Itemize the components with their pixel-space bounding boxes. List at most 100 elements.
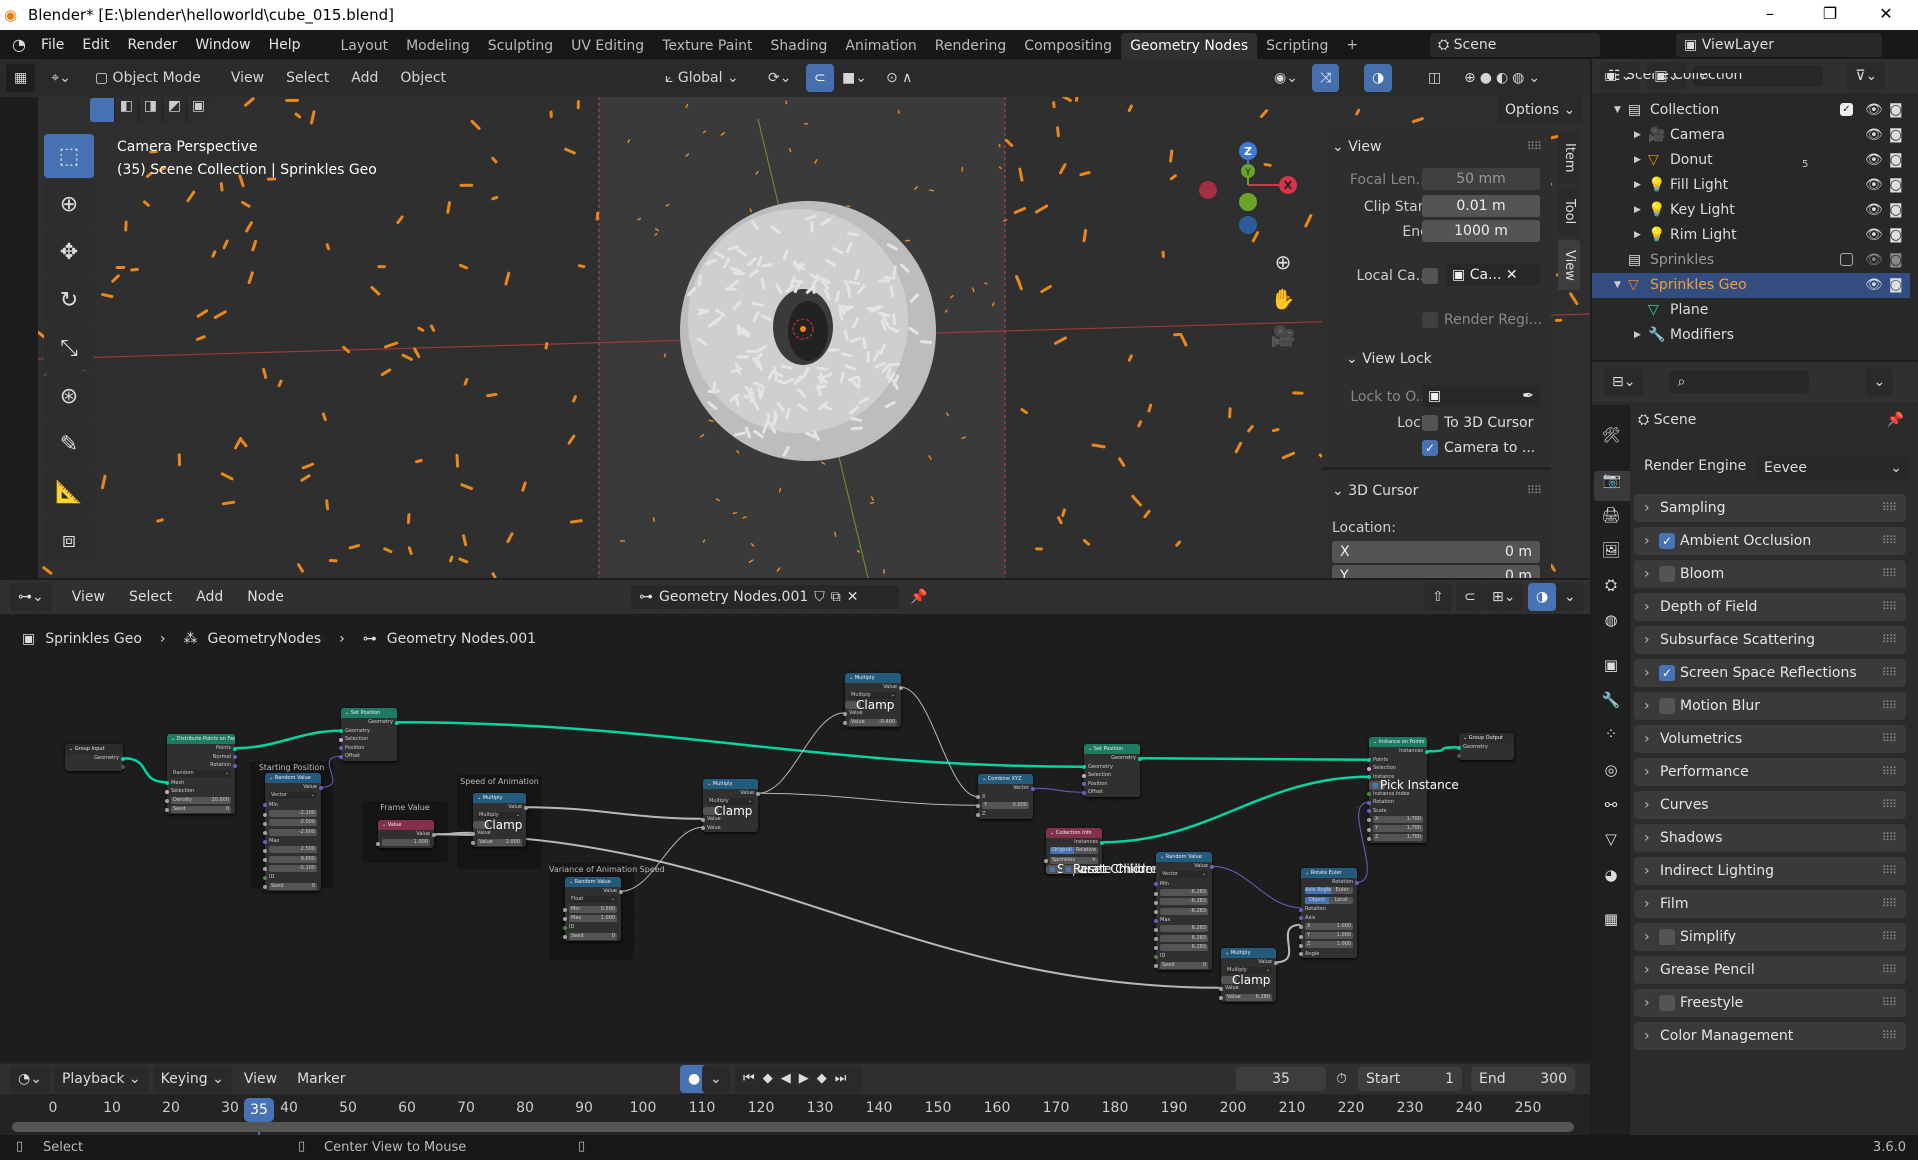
select-invert-icon[interactable]: ◩ (162, 98, 186, 122)
node-row[interactable]: Separate Children (1046, 863, 1165, 875)
node-header[interactable]: ⌄ Set Position (1084, 744, 1140, 754)
node-header[interactable]: ⌄ Set Position (341, 708, 397, 718)
node-row[interactable]: Reset Children (1062, 863, 1160, 875)
disclosure-right-icon[interactable]: ▶ (1634, 198, 1641, 223)
visibility-dropdown[interactable]: ◉⌄ (1266, 64, 1306, 92)
value-field[interactable]: Y 0.000 (982, 801, 1029, 809)
node-menu-view[interactable]: View (72, 589, 105, 605)
disclosure-right-icon[interactable]: ▶ (1634, 123, 1641, 148)
select-extend-icon[interactable]: ◧ (114, 98, 138, 122)
node-multiply[interactable]: ⌄ Multiply Value Multiply ⌄ Clamp Value Value 6… (1219, 948, 1278, 1003)
panel-curves[interactable]: › Curves ⠿⠿ (1634, 791, 1906, 819)
maximize-button[interactable]: ❐ (1810, 4, 1850, 23)
socket[interactable] (1154, 946, 1158, 951)
socket[interactable] (121, 756, 125, 761)
value-field[interactable]: -0.100 (269, 864, 317, 872)
drag-handle-icon[interactable]: ⠿⠿ (1882, 956, 1897, 984)
node-distribute-points-on-faces[interactable]: ⌄ Distribute Points on Faces Points Normal… (165, 734, 237, 815)
overlay-dropdown[interactable]: ⌄ (1556, 583, 1584, 611)
camera-to-view-checkbox[interactable]: ✓ (1422, 440, 1438, 456)
node-header[interactable]: ⌄ Group Input (65, 744, 123, 754)
value-field[interactable]: Seed 0 (269, 882, 317, 890)
node-row[interactable]: Value 6.280 (1219, 993, 1276, 1003)
lock-object-field[interactable]: ▣ ✒ (1422, 385, 1540, 407)
socket[interactable] (263, 831, 267, 835)
panel-enable-checkbox[interactable]: ✓ (1659, 665, 1675, 681)
editor-type-button[interactable]: ◔⌄ (10, 1065, 50, 1093)
checkbox[interactable] (477, 822, 482, 828)
checkbox[interactable] (707, 808, 712, 814)
move-tool[interactable]: ✥ (44, 230, 94, 274)
socket[interactable] (471, 841, 475, 845)
socket[interactable] (1082, 773, 1086, 778)
pan-hand-icon[interactable]: ✋ (1270, 281, 1296, 318)
socket[interactable] (563, 925, 567, 930)
local-camera-checkbox[interactable] (1422, 268, 1438, 284)
outliner-item-donut[interactable]: ▶ ▽ Donut 5 👁 ◙ (1592, 148, 1910, 173)
socket[interactable] (563, 935, 567, 939)
checkbox[interactable] (849, 702, 854, 708)
node-link[interactable] (396, 721, 1085, 768)
end-frame-field[interactable]: End 300 (1471, 1067, 1575, 1091)
node-row[interactable]: 2.500 (263, 846, 321, 855)
node-row[interactable]: X 1.000 (1299, 922, 1357, 932)
socket[interactable] (339, 737, 343, 742)
node-group-selector[interactable]: ⊶ Geometry Nodes.001 ⛉ ⧉ ✕ (631, 585, 899, 609)
xray-toggle[interactable]: ◫ (1420, 64, 1450, 92)
socket[interactable] (1367, 836, 1371, 841)
socket[interactable] (1154, 927, 1158, 932)
render-camera-icon[interactable]: ◙ (1889, 273, 1903, 298)
socket[interactable] (165, 781, 169, 786)
node-row[interactable]: Random ⌄ (167, 770, 235, 779)
properties-tab-texture[interactable]: ▦ (1600, 910, 1622, 928)
node-instance-on-points[interactable]: ⌄ Instance on Points Instances Points Selec… (1367, 737, 1459, 843)
editor-type-button[interactable]: ⊟⌄ (1604, 368, 1644, 396)
socket[interactable] (1154, 937, 1158, 941)
socket[interactable] (263, 858, 267, 862)
breadcrumb-object[interactable]: Sprinkles Geo (45, 631, 142, 647)
panel-enable-checkbox[interactable] (1659, 995, 1675, 1011)
node-row[interactable]: -6.283 (1154, 898, 1212, 907)
transform-tool[interactable]: ⊛ (44, 374, 94, 418)
snap-target-dropdown[interactable]: ■⌄ (834, 64, 875, 92)
cursor-y-field[interactable]: Y 0 m (1332, 565, 1540, 578)
toggle-option[interactable]: Relative (1074, 847, 1098, 854)
panel-enable-checkbox[interactable] (1659, 698, 1675, 714)
viewport-menu-object[interactable]: Object (400, 70, 446, 86)
node-link[interactable] (1275, 923, 1302, 964)
socket[interactable] (1154, 954, 1158, 959)
socket[interactable] (376, 841, 380, 846)
socket[interactable] (899, 685, 903, 690)
tab-uv-editing[interactable]: UV Editing (562, 33, 653, 59)
viewport-menu-add[interactable]: Add (351, 70, 378, 86)
gizmo-neg-x[interactable] (1199, 181, 1217, 199)
scene-selector[interactable]: ⛭ Scene (1430, 33, 1600, 57)
node-random-value[interactable]: ⌄ Random Value Value Float ⌄ Min 0.500 Max 1.00… (563, 877, 623, 942)
socket[interactable] (1031, 786, 1035, 791)
node-header[interactable]: ⌄ Random Value (1156, 852, 1212, 862)
annotate-tool[interactable]: ✎ (44, 422, 94, 466)
overlay-toggle[interactable]: ◑ (1364, 64, 1393, 92)
node-row[interactable]: Clamp (845, 699, 894, 711)
node-row[interactable]: -2.100 (263, 810, 321, 819)
node-row[interactable]: Seed 0 (563, 932, 621, 942)
value-field[interactable]: 6.283 (1160, 934, 1208, 942)
toggle-option[interactable]: Axis Angle (1305, 887, 1332, 895)
properties-search-input[interactable]: ⌕ (1669, 371, 1810, 393)
editor-type-button[interactable]: ⊶⌄ (10, 583, 52, 611)
value-field[interactable]: Z 1.700 (1373, 834, 1423, 842)
socket[interactable] (976, 804, 980, 809)
dropdown[interactable]: Vector ⌄ (269, 792, 317, 800)
value-field[interactable]: Seed 0 (171, 805, 231, 813)
socket[interactable] (1154, 910, 1158, 914)
node-link[interactable] (1101, 775, 1370, 844)
socket[interactable] (563, 908, 567, 912)
fake-user-icon[interactable]: ⛉ (814, 585, 825, 609)
dropdown[interactable]: Float ⌄ (569, 896, 617, 904)
select-intersect-icon[interactable]: ▣ (186, 98, 210, 122)
node-link[interactable] (433, 833, 1222, 989)
node-header[interactable]: ⌄ Group Output (1459, 733, 1514, 743)
drag-handle-icon[interactable]: ⠿⠿ (1882, 593, 1897, 621)
socket[interactable] (1274, 960, 1278, 965)
panel-subsurface-scattering[interactable]: › Subsurface Scattering ⠿⠿ (1634, 626, 1906, 654)
